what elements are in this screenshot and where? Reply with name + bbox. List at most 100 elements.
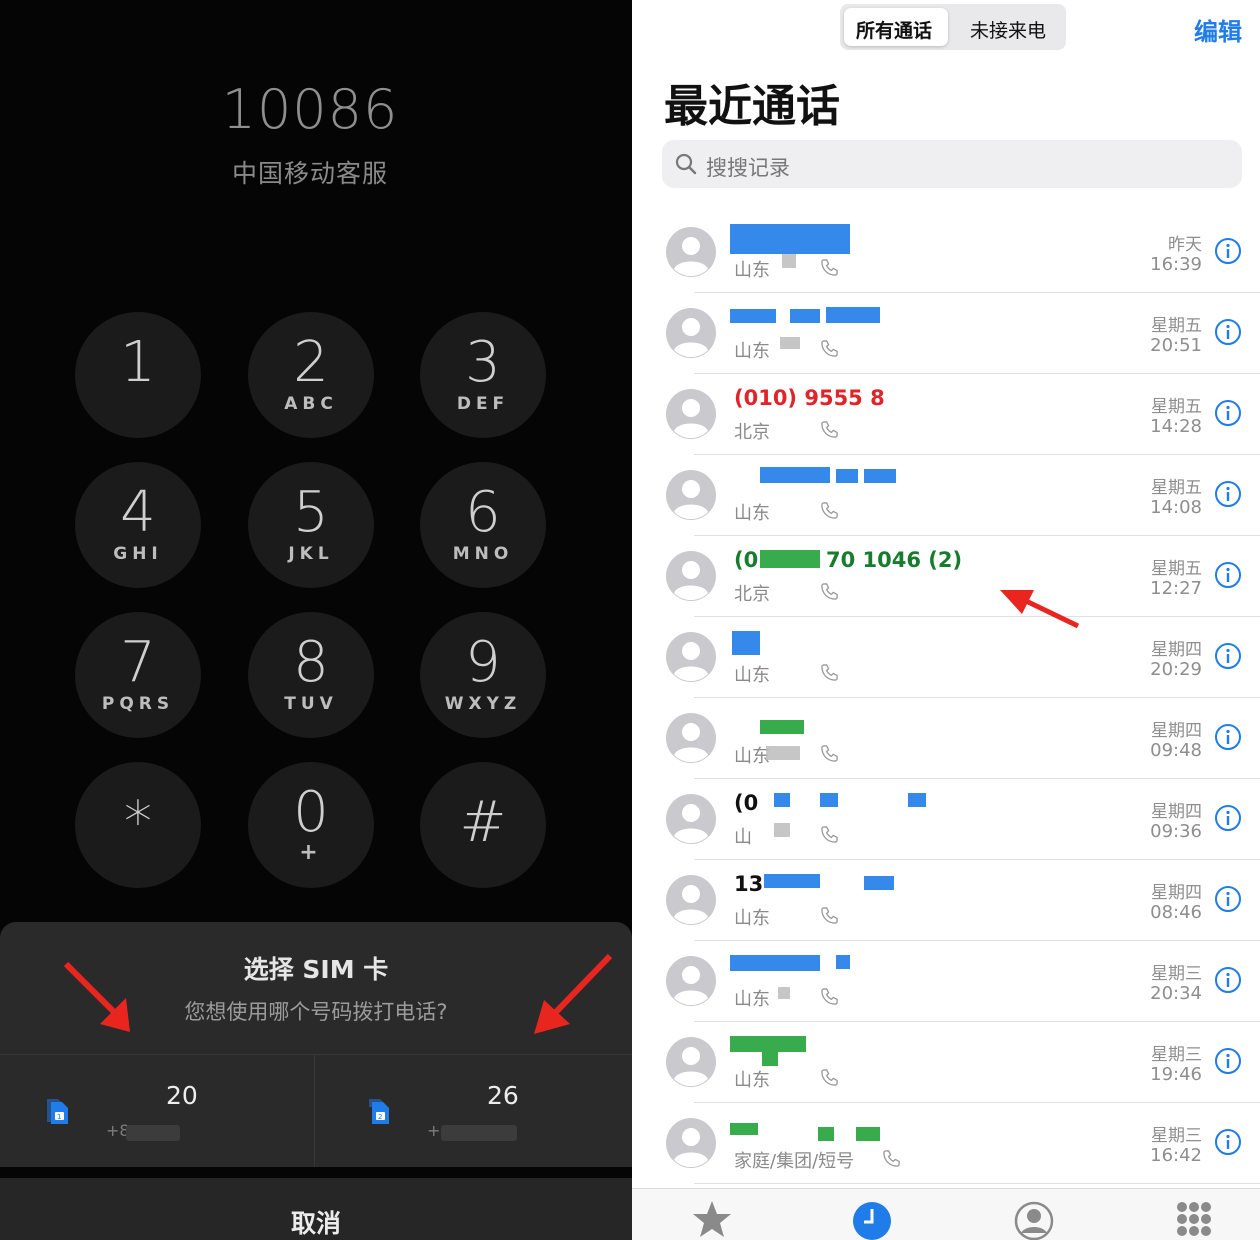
tab-all-calls[interactable]: 所有通话 bbox=[856, 16, 932, 43]
redacted-block bbox=[760, 550, 820, 568]
annotation-arrow-icon bbox=[534, 953, 613, 1034]
redacted-block bbox=[774, 793, 790, 807]
call-row[interactable]: 山东 昨天 16:39 bbox=[632, 212, 1260, 293]
info-icon[interactable] bbox=[1214, 399, 1242, 427]
redacted-block bbox=[836, 469, 858, 483]
call-row[interactable]: 山东 星期三 20:34 bbox=[632, 941, 1260, 1022]
call-row[interactable]: 山东 星期三 19:46 bbox=[632, 1022, 1260, 1103]
caller-name: (0 bbox=[734, 791, 759, 815]
info-icon[interactable] bbox=[1214, 237, 1242, 265]
divider bbox=[694, 1183, 1260, 1184]
redacted-block bbox=[730, 955, 820, 971]
sim-option-1[interactable]: 1 20 +8 bbox=[0, 1055, 314, 1167]
key-digit: 8 bbox=[293, 630, 329, 695]
call-time: 12:27 bbox=[1150, 578, 1202, 599]
sim-option-2[interactable]: 2 26 + bbox=[315, 1055, 629, 1167]
info-icon[interactable] bbox=[1214, 318, 1242, 346]
phone-icon bbox=[821, 907, 838, 924]
call-day: 星期三 bbox=[1151, 1045, 1202, 1065]
call-time: 14:28 bbox=[1150, 416, 1202, 437]
key-9[interactable]: 9 WXYZ bbox=[420, 612, 546, 738]
key-0[interactable]: 0 + bbox=[248, 762, 374, 888]
cancel-button[interactable]: 取消 bbox=[0, 1178, 632, 1240]
info-icon[interactable] bbox=[1214, 804, 1242, 832]
redacted-block bbox=[730, 224, 850, 254]
key-hash[interactable]: # bbox=[420, 762, 546, 888]
call-row[interactable]: 山东 星期五 14:08 bbox=[632, 455, 1260, 536]
key-letters: WXYZ bbox=[444, 694, 522, 714]
clock-icon[interactable] bbox=[850, 1197, 894, 1240]
call-row[interactable]: (0 山 星期四 09:36 bbox=[632, 779, 1260, 860]
call-location: 家庭/集团/短号 bbox=[734, 1151, 855, 1172]
call-row[interactable]: 家庭/集团/短号 星期三 16:42 bbox=[632, 1103, 1260, 1184]
key-3[interactable]: 3 DEF bbox=[420, 312, 546, 438]
info-icon[interactable] bbox=[1214, 966, 1242, 994]
segmented-control: 所有通话 未接来电 bbox=[840, 4, 1066, 50]
call-day: 昨天 bbox=[1168, 235, 1202, 255]
info-icon[interactable] bbox=[1214, 885, 1242, 913]
call-row[interactable]: 山东 星期四 09:48 bbox=[632, 698, 1260, 779]
call-day: 星期五 bbox=[1151, 397, 1202, 417]
call-location: 山东 bbox=[734, 260, 770, 281]
avatar-icon bbox=[666, 308, 716, 358]
info-icon[interactable] bbox=[1214, 642, 1242, 670]
avatar-icon bbox=[666, 794, 716, 844]
search-icon bbox=[675, 153, 697, 175]
redacted-block bbox=[864, 469, 896, 483]
redacted-block bbox=[730, 1123, 758, 1135]
redacted-block bbox=[764, 874, 820, 888]
key-4[interactable]: 4 GHI bbox=[75, 462, 201, 588]
redacted-block bbox=[126, 1125, 180, 1141]
key-letters: DEF bbox=[456, 394, 510, 414]
edit-button[interactable]: 编辑 bbox=[1194, 12, 1242, 47]
info-icon[interactable] bbox=[1214, 1047, 1242, 1075]
key-5[interactable]: 5 JKL bbox=[248, 462, 374, 588]
key-7[interactable]: 7 PQRS bbox=[75, 612, 201, 738]
info-icon[interactable] bbox=[1214, 723, 1242, 751]
keypad-icon[interactable] bbox=[1172, 1197, 1216, 1240]
redacted-block bbox=[730, 1036, 806, 1052]
avatar-icon bbox=[666, 956, 716, 1006]
sim-subnumber: + bbox=[427, 1121, 441, 1140]
call-row[interactable]: 山东 星期四 20:29 bbox=[632, 617, 1260, 698]
key-letters: GHI bbox=[113, 544, 163, 564]
search-input[interactable]: 搜搜记录 bbox=[662, 140, 1242, 188]
key-star[interactable]: * bbox=[75, 762, 201, 888]
call-day: 星期三 bbox=[1151, 1126, 1202, 1146]
redacted-block bbox=[766, 746, 800, 760]
call-row[interactable]: 13 山东 星期四 08:46 bbox=[632, 860, 1260, 941]
avatar-icon bbox=[666, 1118, 716, 1168]
key-1[interactable]: 1 bbox=[75, 312, 201, 438]
call-row[interactable]: (0 北京 星期五 12:27 70 1046 (2) bbox=[632, 536, 1260, 617]
person-icon[interactable] bbox=[1012, 1197, 1056, 1240]
phone-icon bbox=[821, 421, 838, 438]
key-8[interactable]: 8 TUV bbox=[248, 612, 374, 738]
call-location: 山东 bbox=[734, 746, 770, 767]
svg-text:2: 2 bbox=[378, 1113, 382, 1121]
key-2[interactable]: 2 ABC bbox=[248, 312, 374, 438]
cancel-label: 取消 bbox=[290, 1209, 341, 1238]
star-icon[interactable] bbox=[690, 1197, 734, 1240]
call-time: 20:29 bbox=[1150, 659, 1202, 680]
info-icon[interactable] bbox=[1214, 561, 1242, 589]
info-icon[interactable] bbox=[1214, 1128, 1242, 1156]
dialer-screen: 10086 中国移动客服 1 2 ABC 3 DEF 4 GHI 5 JKL 6… bbox=[0, 0, 632, 1240]
call-day: 星期五 bbox=[1151, 559, 1202, 579]
redacted-block bbox=[730, 309, 776, 323]
call-time: 16:39 bbox=[1150, 254, 1202, 275]
svg-text:1: 1 bbox=[57, 1113, 61, 1121]
call-location: 北京 bbox=[734, 422, 770, 443]
call-row[interactable]: (010) 9555 8 北京 星期五 14:28 bbox=[632, 374, 1260, 455]
info-icon[interactable] bbox=[1214, 480, 1242, 508]
key-6[interactable]: 6 MNO bbox=[420, 462, 546, 588]
phone-icon bbox=[821, 664, 838, 681]
tab-missed-calls[interactable]: 未接来电 bbox=[970, 16, 1046, 43]
key-digit: 0 bbox=[293, 780, 329, 845]
key-letters: JKL bbox=[288, 544, 334, 564]
avatar-icon bbox=[666, 632, 716, 682]
avatar-icon bbox=[666, 1037, 716, 1087]
call-location: 山东 bbox=[734, 341, 770, 362]
caller-name: 13 bbox=[734, 872, 764, 896]
phone-icon bbox=[821, 340, 838, 357]
call-row[interactable]: 山东 星期五 20:51 bbox=[632, 293, 1260, 374]
